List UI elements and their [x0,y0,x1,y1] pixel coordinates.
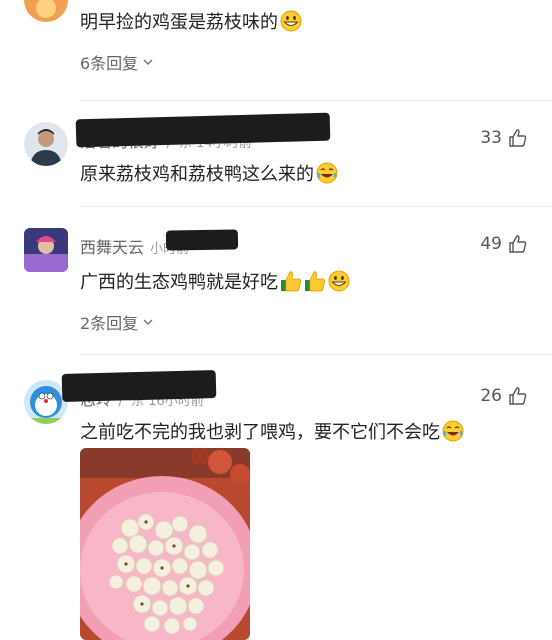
avatar[interactable] [24,0,68,22]
like-count: 33 [480,128,502,148]
replies-count: 6条回复 [80,54,139,73]
username-text: 西舞天云 [80,238,145,257]
replies-toggle[interactable]: 6条回复 [80,50,154,74]
redaction-mark [61,369,217,403]
comment-text: 之前吃不完的我也剥了喂鸡，要不它们不会吃 [80,418,464,447]
grinning-emoji [328,270,350,297]
like-count: 26 [480,386,502,406]
redaction-mark [75,112,331,148]
like-button[interactable]: 49 [480,234,528,254]
replies-toggle[interactable]: 2条回复 [80,310,154,334]
thumbs-up-outline-icon [509,387,527,405]
avatar[interactable] [24,122,68,166]
thumbs-up-emoji [304,270,326,297]
chevron-down-icon [143,59,153,66]
thumbs-up-outline-icon [509,129,527,147]
thumbs-up-emoji [280,270,302,297]
thumbs-up-outline-icon [509,235,527,253]
redaction-mark [165,229,239,251]
like-button[interactable]: 33 [480,128,528,148]
avatar[interactable] [24,228,68,272]
comment-text: 明早捡的鸡蛋是荔枝味的 [80,8,302,37]
comment-text: 原来荔枝鸡和荔枝鸭这么来的 [80,160,338,189]
chevron-down-icon [143,319,153,326]
like-button[interactable]: 26 [480,386,528,406]
laughing-tears-emoji [442,420,464,447]
replies-count: 2条回复 [80,314,139,333]
comment-item: 西舞天云小时前 49 广西的生态鸡鸭就是好吃 [0,206,552,354]
comment-item: 明早捡的鸡蛋是荔枝味的 6条回复 [0,0,552,100]
laughing-tears-emoji [316,162,338,189]
attached-photo[interactable] [80,448,250,640]
comment-text: 广西的生态鸡鸭就是好吃 [80,268,350,297]
like-count: 49 [480,234,502,254]
comment-item: 活着的很好广东 14小时前 33 原来荔枝鸡和荔枝鸭这么来的 [0,100,552,206]
grinning-emoji [280,10,302,37]
comment-feed: 明早捡的鸡蛋是荔枝味的 6条回复 33 原来荔枝鸡和荔枝鸭这么来的 西舞天云 4… [0,0,552,640]
